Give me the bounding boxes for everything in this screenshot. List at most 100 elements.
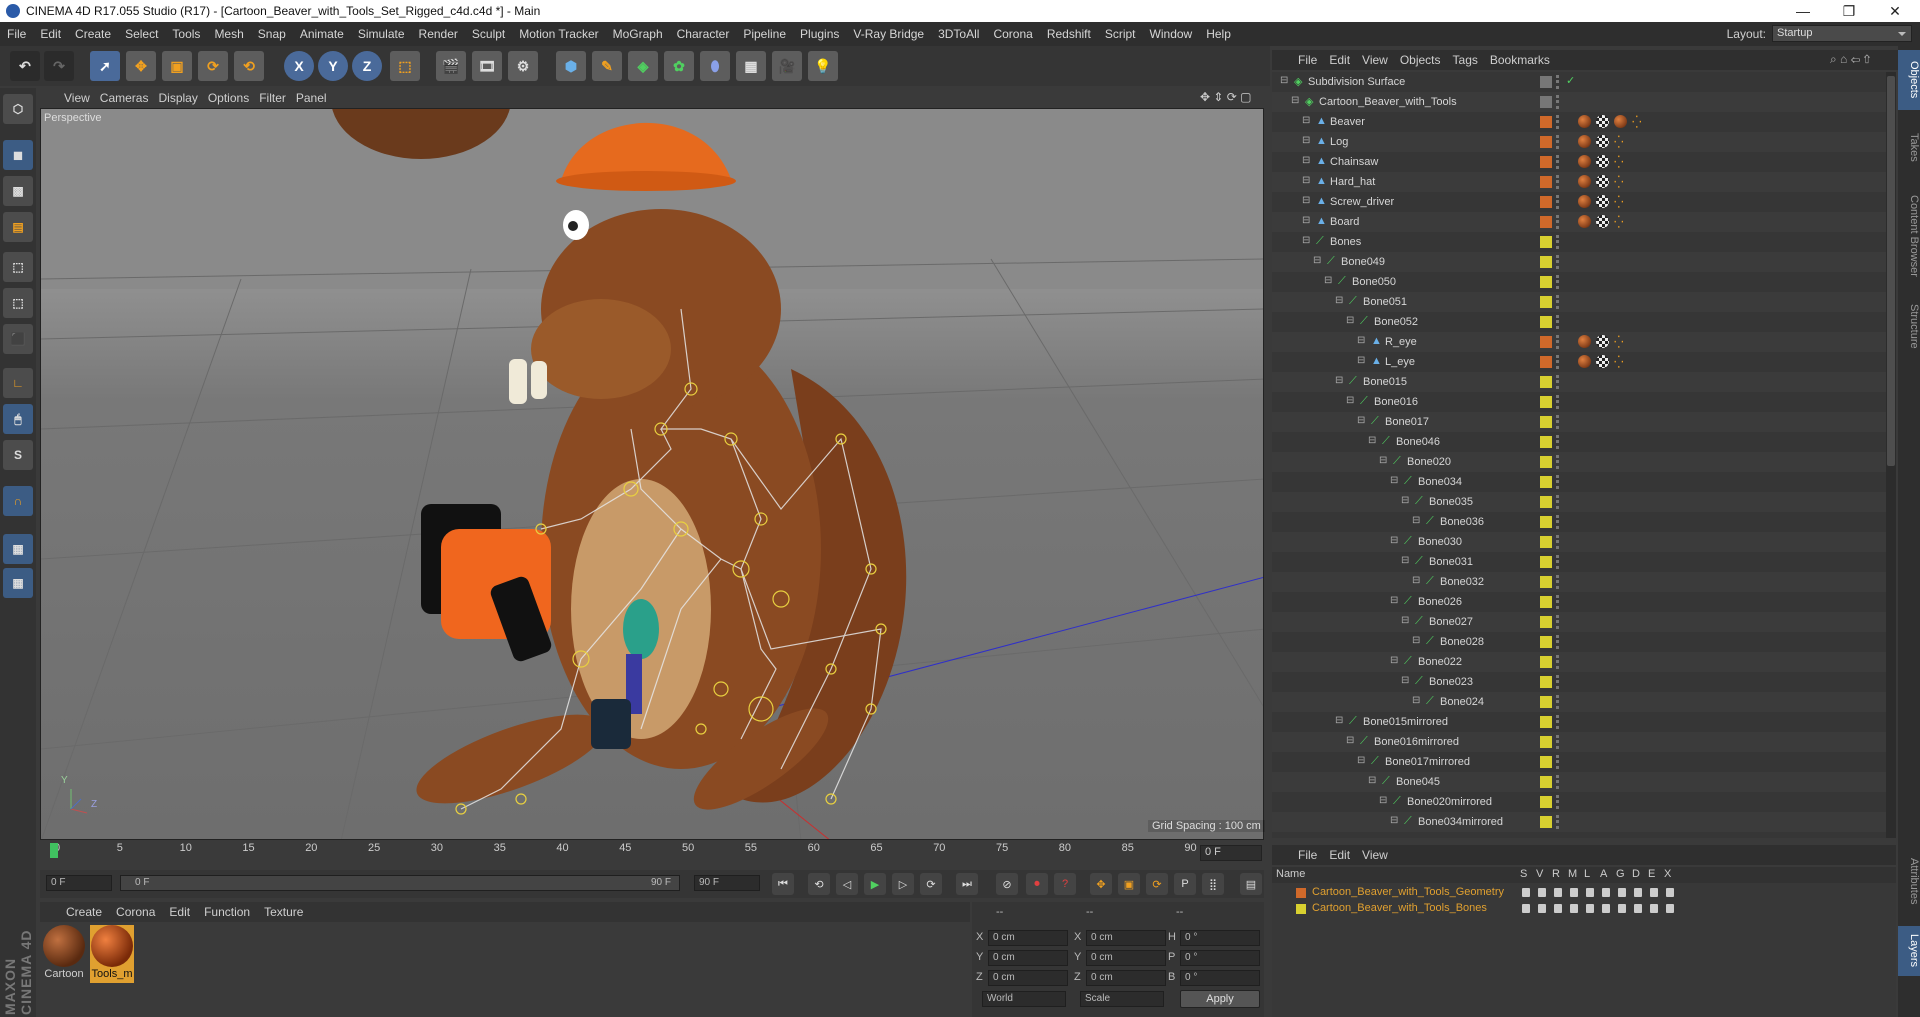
previous-frame-icon[interactable]: ◁ (836, 873, 858, 895)
layer-color-swatch[interactable] (1540, 276, 1552, 288)
visibility-dots[interactable] (1556, 415, 1560, 429)
object-row[interactable]: ⊟ ⟋ Bone036 (1272, 512, 1892, 532)
object-name[interactable]: Chainsaw (1330, 156, 1378, 168)
object-name[interactable]: Bone017 (1385, 416, 1429, 428)
object-row[interactable]: ⊟ ⟋ Bone016mirrored (1272, 732, 1892, 752)
layer-toggle-icon[interactable] (1618, 888, 1626, 897)
preview-range-slider[interactable]: 0 F 90 F (120, 875, 680, 891)
expand-toggle-icon[interactable]: ⊟ (1401, 675, 1409, 686)
object-row[interactable]: ⊟ ⟋ Bone051 (1272, 292, 1892, 312)
scale-icon[interactable]: ▣ (162, 51, 192, 81)
object-row[interactable]: ⊟ ⟋ Bone035 (1272, 492, 1892, 512)
object-row[interactable]: ⊟ ⟋ Bone045 (1272, 772, 1892, 792)
ik-tag-icon[interactable]: ⁛ (1614, 175, 1627, 189)
expand-toggle-icon[interactable]: ⊟ (1357, 355, 1365, 366)
coord-value-field[interactable]: 0 cm (1086, 950, 1166, 966)
coord-value-field[interactable]: 0 cm (988, 950, 1068, 966)
layer-color-swatch[interactable] (1540, 556, 1552, 568)
expand-toggle-icon[interactable]: ⊟ (1346, 315, 1354, 326)
object-name[interactable]: Beaver (1330, 116, 1365, 128)
object-row[interactable]: ⊟ ⟋ Bones (1272, 232, 1892, 252)
visibility-dots[interactable] (1556, 755, 1560, 769)
material-tag-icon[interactable] (1578, 135, 1591, 148)
polygons-mode-icon[interactable]: ⬛ (3, 324, 33, 354)
visibility-dots[interactable] (1556, 695, 1560, 709)
material-tag-icon[interactable] (1578, 115, 1591, 128)
pen-spline-icon[interactable]: ✎ (592, 51, 622, 81)
object-row[interactable]: ⊟ ⟋ Bone017mirrored (1272, 752, 1892, 772)
object-name[interactable]: Bone051 (1363, 296, 1407, 308)
layer-color-swatch[interactable] (1296, 888, 1306, 898)
material-tag-icon[interactable] (1596, 195, 1609, 208)
object-row[interactable]: ⊟ ⟋ Bone050 (1272, 272, 1892, 292)
visibility-dots[interactable] (1556, 635, 1560, 649)
object-menu-edit[interactable]: Edit (1329, 53, 1362, 67)
cube-primitive-icon[interactable]: ⬢ (556, 51, 586, 81)
goto-start-icon[interactable]: ⏮ (772, 873, 794, 895)
material-tag-icon[interactable] (1596, 335, 1609, 348)
visibility-dots[interactable] (1556, 175, 1560, 189)
menu-create[interactable]: Create (68, 27, 118, 41)
object-row[interactable]: ⊟ ▲ L_eye ⁛ (1272, 352, 1892, 372)
workplane-lock-icon[interactable]: ▦ (3, 534, 33, 564)
layer-toggle-icon[interactable] (1666, 888, 1674, 897)
material-menu-edit[interactable]: Edit (169, 905, 204, 919)
object-row[interactable]: ⊟ ⟋ Bone027 (1272, 612, 1892, 632)
layer-color-swatch[interactable] (1540, 136, 1552, 148)
layer-color-swatch[interactable] (1540, 696, 1552, 708)
object-row[interactable]: ⊟ ▲ R_eye ⁛ (1272, 332, 1892, 352)
visibility-dots[interactable] (1556, 795, 1560, 809)
play-icon[interactable]: ▶ (864, 873, 886, 895)
layer-column-header[interactable]: S (1520, 868, 1527, 880)
layer-column-header[interactable]: R (1552, 868, 1560, 880)
layer-color-swatch[interactable] (1540, 596, 1552, 608)
key-scale-icon[interactable]: ▣ (1118, 873, 1140, 895)
visibility-dots[interactable] (1556, 335, 1560, 349)
menu-v-ray-bridge[interactable]: V-Ray Bridge (846, 27, 931, 41)
viewport-menu-display[interactable]: Display (158, 91, 207, 105)
layer-color-swatch[interactable] (1540, 396, 1552, 408)
ik-tag-icon[interactable]: ⁛ (1614, 215, 1627, 229)
layer-color-swatch[interactable] (1540, 716, 1552, 728)
ik-tag-icon[interactable]: ⁛ (1614, 335, 1627, 349)
x-axis-lock-button[interactable]: X (284, 51, 314, 81)
object-row[interactable]: ⊟ ⟋ Bone034 (1272, 472, 1892, 492)
object-name[interactable]: R_eye (1385, 336, 1417, 348)
previous-key-icon[interactable]: ⟲ (808, 873, 830, 895)
object-menu-file[interactable]: File (1298, 53, 1329, 67)
visibility-dots[interactable] (1556, 475, 1560, 489)
visibility-dots[interactable] (1556, 195, 1560, 209)
menu-file[interactable]: File (0, 27, 33, 41)
record-keys-icon[interactable]: ⊘ (996, 873, 1018, 895)
menu-mograph[interactable]: MoGraph (606, 27, 670, 41)
layer-toggle-icon[interactable] (1650, 904, 1658, 913)
viewport-menu-filter[interactable]: Filter (259, 91, 296, 105)
layer-color-swatch[interactable] (1540, 236, 1552, 248)
coord-value-field[interactable]: 0 cm (1086, 930, 1166, 946)
object-row[interactable]: ⊟ ⟋ Bone031 (1272, 552, 1892, 572)
ik-tag-icon[interactable]: ⁛ (1614, 195, 1627, 209)
material-menu-create[interactable]: Create (66, 905, 116, 919)
expand-toggle-icon[interactable]: ⊟ (1324, 275, 1332, 286)
apply-button[interactable]: Apply (1180, 990, 1260, 1008)
light-icon[interactable]: 💡 (808, 51, 838, 81)
visibility-dots[interactable] (1556, 355, 1560, 369)
menu-3dtoall[interactable]: 3DToAll (931, 27, 986, 41)
object-name[interactable]: Screw_driver (1330, 196, 1394, 208)
undo-icon[interactable]: ↶ (10, 51, 40, 81)
layer-row[interactable]: Cartoon_Beaver_with_Tools_Geometry (1272, 885, 1896, 901)
tab-structure[interactable]: Structure (1898, 296, 1920, 356)
visibility-dots[interactable] (1556, 375, 1560, 389)
object-name[interactable]: Bone026 (1418, 596, 1462, 608)
layer-column-header[interactable]: G (1616, 868, 1625, 880)
expand-toggle-icon[interactable]: ⊟ (1302, 215, 1310, 226)
scroll-thumb[interactable] (1887, 76, 1895, 466)
object-row[interactable]: ⊟ ⟋ Bone046 (1272, 432, 1892, 452)
make-editable-icon[interactable]: ⬡ (3, 94, 33, 124)
material-menu-function[interactable]: Function (204, 905, 264, 919)
layer-toggle-icon[interactable] (1602, 888, 1610, 897)
move-icon[interactable]: ✥ (126, 51, 156, 81)
timeline-window-icon[interactable]: ▤ (1240, 873, 1262, 895)
visibility-dots[interactable] (1556, 295, 1560, 309)
menu-script[interactable]: Script (1098, 27, 1143, 41)
